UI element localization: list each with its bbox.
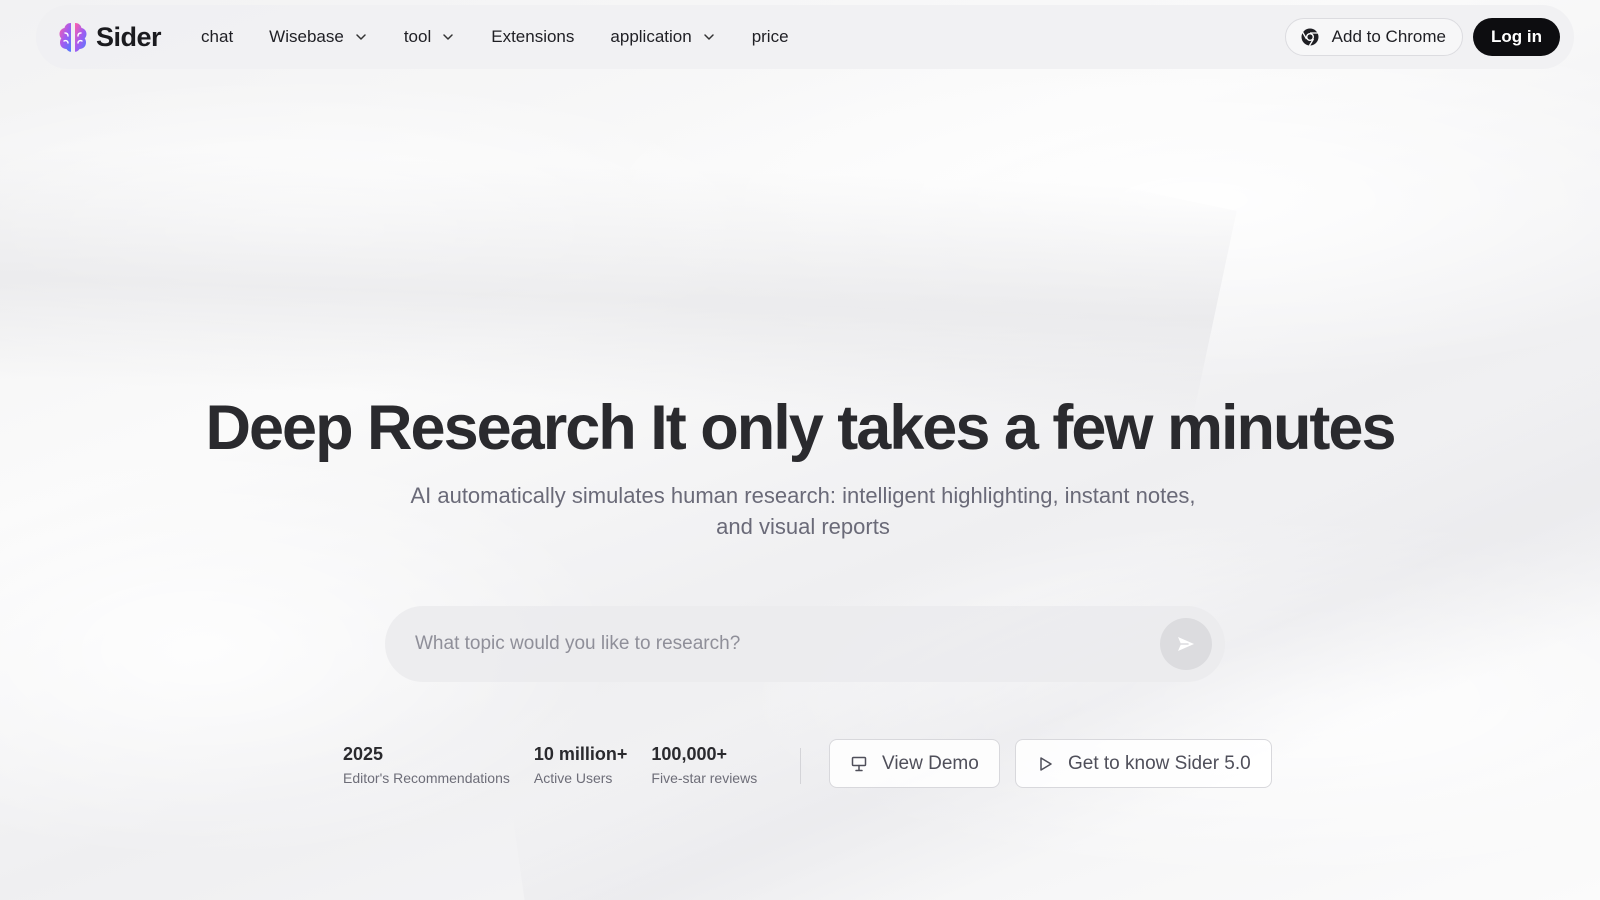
stat-editors-pick: 2025 Editor's Recommendations (343, 742, 510, 786)
add-to-chrome-label: Add to Chrome (1331, 27, 1447, 46)
nav-price-label: price (751, 27, 789, 46)
brand[interactable]: Sider (56, 20, 162, 54)
know-sider-label: Get to know Sider 5.0 (1068, 752, 1251, 774)
stats-divider (800, 748, 801, 784)
send-button[interactable] (1160, 618, 1212, 670)
nav-tool[interactable]: tool (404, 27, 455, 47)
view-demo-label: View Demo (882, 752, 979, 774)
hero-subtitle: AI automatically simulates human researc… (410, 483, 1196, 539)
chevron-down-icon (443, 34, 453, 40)
know-sider-button[interactable]: Get to know Sider 5.0 (1015, 739, 1272, 788)
stat-value: 10 million+ (533, 744, 628, 764)
nav-tool-label: tool (403, 27, 432, 46)
stat-label: Five-star reviews (651, 770, 758, 786)
nav-application[interactable]: application (610, 27, 715, 47)
stat-value: 100,000+ (651, 744, 727, 764)
stat-label: Editor's Recommendations (343, 770, 510, 786)
nav-chat[interactable]: chat (201, 27, 233, 47)
nav-application-label: application (610, 27, 692, 46)
nav-extensions[interactable]: Extensions (491, 27, 574, 47)
stat-reviews: 100,000+ Five-star reviews (651, 742, 757, 786)
view-demo-button[interactable]: View Demo (829, 739, 1000, 788)
nav-price[interactable]: price (752, 27, 789, 47)
login-button[interactable]: Log in (1473, 18, 1560, 56)
sider-brain-logo-icon (59, 23, 87, 52)
nav-wisebase-label: Wisebase (269, 27, 344, 46)
chevron-down-icon (703, 34, 714, 40)
nav-actions: Add to Chrome Log in (1284, 18, 1560, 56)
hero-title: Deep Research It only takes a few minute… (205, 393, 1397, 463)
nav-chat-label: chat (201, 27, 234, 46)
chrome-icon (1301, 28, 1319, 46)
send-icon (1178, 637, 1194, 651)
add-to-chrome-button[interactable]: Add to Chrome (1284, 18, 1464, 56)
stat-label: Active Users (533, 770, 613, 786)
top-navbar: Sider chat Wisebase tool Extensions appl… (36, 5, 1574, 69)
research-search-bar (385, 606, 1225, 682)
presentation-icon (851, 756, 867, 771)
nav-wisebase[interactable]: Wisebase (269, 27, 368, 47)
research-topic-input[interactable] (415, 633, 1160, 655)
stats-row: 2025 Editor's Recommendations 10 million… (343, 742, 781, 786)
stat-active-users: 10 million+ Active Users (534, 742, 628, 786)
stat-value: 2025 (343, 744, 384, 764)
login-label: Log in (1491, 27, 1542, 46)
brand-name: Sider (96, 21, 162, 52)
main-menu: chat Wisebase tool Extensions applicatio… (201, 27, 789, 47)
chevron-down-icon (356, 34, 366, 40)
play-icon (1040, 756, 1052, 771)
nav-extensions-label: Extensions (491, 27, 575, 46)
